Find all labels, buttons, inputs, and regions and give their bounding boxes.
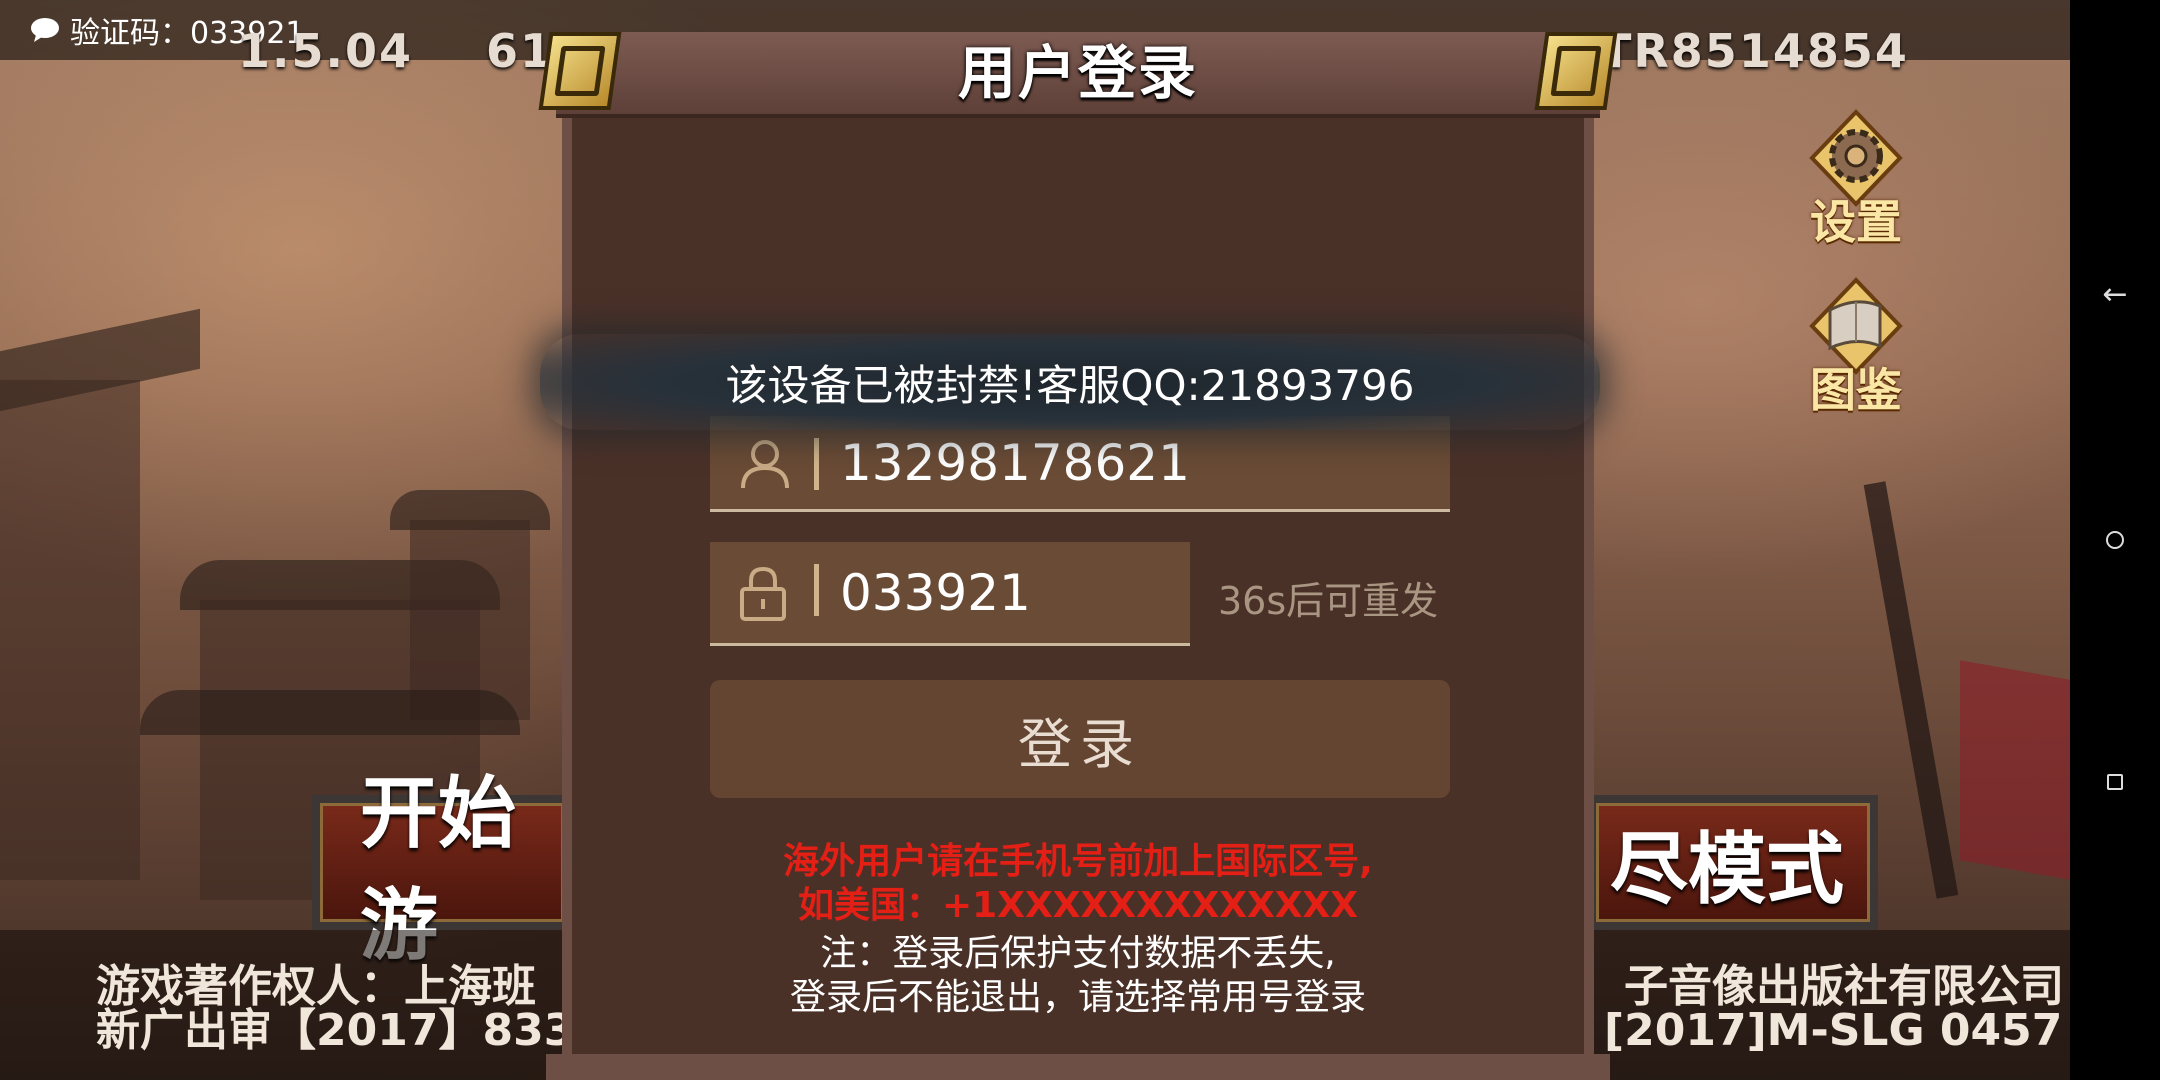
start-game-button[interactable]: 开始游 — [312, 769, 572, 971]
navigation-bar: ← — [2070, 0, 2160, 1080]
dialog-bottom-frame — [546, 1054, 1610, 1080]
player-id-label: TR8514854 — [1600, 24, 1909, 78]
home-circle-icon — [2106, 531, 2124, 549]
lock-icon — [738, 542, 788, 643]
isbn-text: [2017]M-SLG 0457 号 — [1604, 1005, 2122, 1056]
recents-button[interactable] — [2070, 752, 2160, 812]
approval-number-text: 新广出审【2017】833 — [96, 1005, 575, 1056]
recents-square-icon — [2107, 774, 2123, 790]
gallery-button[interactable]: 图鉴 — [1796, 276, 1916, 420]
login-notice-2: 登录后不能退出，请选择常用号登录 — [789, 977, 1366, 1018]
settings-button[interactable]: 设置 — [1796, 108, 1916, 252]
field-separator — [814, 564, 819, 616]
dialog-title: 用户登录 — [957, 39, 1198, 107]
field-separator — [814, 438, 819, 490]
resend-countdown: 36s后可重发 — [1218, 579, 1439, 623]
back-button[interactable]: ← — [2070, 264, 2160, 324]
back-arrow-icon: ← — [2102, 276, 2128, 312]
code-field[interactable]: 033921 — [710, 542, 1190, 646]
verification-code-input[interactable]: 033921 — [840, 542, 1031, 643]
ban-message: 该设备已被封禁!客服QQ:21893796 — [725, 360, 1415, 410]
settings-label: 设置 — [1810, 195, 1902, 249]
home-button[interactable] — [2070, 510, 2160, 570]
endless-mode-button[interactable]: 尽模式 — [1588, 795, 1878, 930]
ban-banner: 该设备已被封禁!客服QQ:21893796 — [540, 334, 1600, 430]
overseas-example: 如美国：+1XXXXXXXXXXXXX — [797, 885, 1359, 926]
gallery-label: 图鉴 — [1810, 363, 1902, 417]
message-icon — [30, 17, 60, 43]
version-label: 1.5.04 — [238, 24, 413, 78]
login-button[interactable]: 登录 — [710, 680, 1450, 798]
phone-field[interactable]: 13298178621 — [710, 416, 1450, 512]
